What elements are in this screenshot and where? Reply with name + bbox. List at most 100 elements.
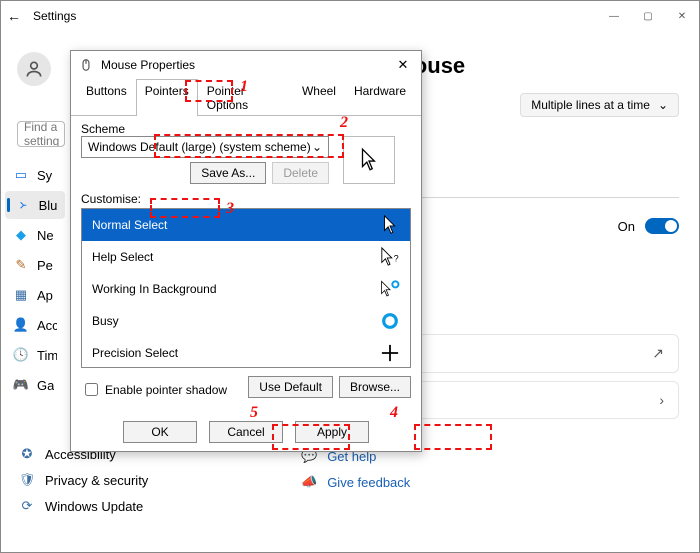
settings-sidebar-lower: ✪ Accessibility 🛡 Privacy & security ⟳ W… bbox=[17, 441, 177, 519]
display-icon: ▭ bbox=[13, 167, 29, 183]
mouse-icon bbox=[79, 58, 93, 72]
sidebar-item-label: Ap bbox=[37, 288, 53, 303]
save-as-button[interactable]: Save As... bbox=[190, 162, 266, 184]
chevron-down-icon: ⌄ bbox=[658, 98, 668, 112]
brush-icon: ✎ bbox=[13, 257, 29, 273]
list-item-label: Working In Background bbox=[92, 282, 217, 296]
pointer-list[interactable]: Normal Select Help Select ? Working In B… bbox=[81, 208, 411, 368]
chevron-down-icon: ⌄ bbox=[312, 140, 322, 154]
sidebar-item-gaming[interactable]: 🎮 Ga bbox=[5, 371, 65, 399]
shield-icon: 🛡 bbox=[19, 472, 35, 488]
search-placeholder: Find a setting bbox=[24, 121, 59, 147]
scheme-dropdown[interactable]: Windows Default (large) (system scheme) … bbox=[81, 136, 329, 158]
dialog-close-button[interactable]: ✕ bbox=[389, 53, 417, 77]
window-title: Settings bbox=[33, 9, 76, 23]
give-feedback-link[interactable]: 📣 Give feedback bbox=[301, 469, 679, 495]
checkbox-input[interactable] bbox=[85, 383, 98, 396]
pointers-pane: Scheme Windows Default (large) (system s… bbox=[71, 116, 421, 405]
person-icon bbox=[24, 59, 44, 79]
minimize-button[interactable]: ― bbox=[597, 1, 631, 31]
use-default-button[interactable]: Use Default bbox=[248, 376, 333, 398]
sidebar-item-windows-update[interactable]: ⟳ Windows Update bbox=[17, 493, 177, 519]
sidebar-item-label: Ne bbox=[37, 228, 54, 243]
sidebar-item-label: Tim bbox=[37, 348, 57, 363]
mouse-properties-dialog: Mouse Properties ✕ Buttons Pointers Poin… bbox=[70, 50, 422, 452]
tab-buttons[interactable]: Buttons bbox=[77, 79, 136, 116]
sidebar-item-label: Windows Update bbox=[45, 499, 143, 514]
tab-pointers[interactable]: Pointers bbox=[136, 79, 198, 116]
sidebar-item-label: Pe bbox=[37, 258, 53, 273]
back-button[interactable]: ← bbox=[7, 8, 21, 24]
tab-wheel[interactable]: Wheel bbox=[293, 79, 345, 116]
dialog-tabs: Buttons Pointers Pointer Options Wheel H… bbox=[71, 79, 421, 116]
sidebar-item-time[interactable]: 🕓 Tim bbox=[5, 341, 65, 369]
sidebar-item-label: Ga bbox=[37, 378, 54, 393]
list-item-label: Normal Select bbox=[92, 218, 167, 232]
list-item[interactable]: Busy bbox=[82, 305, 410, 337]
svg-text:?: ? bbox=[394, 254, 399, 264]
crosshair-icon bbox=[380, 343, 400, 363]
window-controls: ― ▢ ✕ bbox=[597, 1, 699, 31]
external-link-icon: ↗ bbox=[652, 345, 664, 362]
feedback-icon: 📣 bbox=[301, 474, 317, 490]
scheme-preview bbox=[343, 136, 395, 184]
dropdown-value: Windows Default (large) (system scheme) bbox=[88, 140, 311, 154]
browse-button[interactable]: Browse... bbox=[339, 376, 411, 398]
sidebar-item-apps[interactable]: ▦ Ap bbox=[5, 281, 65, 309]
cursor-icon bbox=[380, 215, 400, 235]
list-item-label: Busy bbox=[92, 314, 119, 328]
sidebar-item-label: Blu bbox=[39, 198, 57, 213]
cursor-icon bbox=[359, 147, 379, 173]
hover-toggle[interactable] bbox=[645, 218, 679, 234]
sidebar-item-label: Sy bbox=[37, 168, 52, 183]
close-button[interactable]: ✕ bbox=[665, 1, 699, 31]
checkbox-label: Enable pointer shadow bbox=[105, 383, 227, 397]
list-item[interactable]: Working In Background bbox=[82, 273, 410, 305]
sidebar-item-label: Acc bbox=[37, 318, 57, 333]
scroll-lines-dropdown[interactable]: Multiple lines at a time ⌄ bbox=[520, 93, 679, 117]
link-text: Give feedback bbox=[327, 475, 410, 490]
dropdown-value: Multiple lines at a time bbox=[531, 98, 650, 112]
wifi-icon: ◆ bbox=[13, 227, 29, 243]
bluetooth-icon: ᚛ bbox=[15, 197, 31, 213]
list-item-label: Help Select bbox=[92, 250, 153, 264]
dialog-title: Mouse Properties bbox=[101, 58, 195, 72]
gaming-icon: 🎮 bbox=[13, 377, 29, 393]
scheme-label: Scheme bbox=[81, 122, 411, 136]
tab-pointer-options[interactable]: Pointer Options bbox=[198, 79, 293, 116]
apps-icon: ▦ bbox=[13, 287, 29, 303]
clock-icon: 🕓 bbox=[13, 347, 29, 363]
sidebar-item-system[interactable]: ▭ Sy bbox=[5, 161, 65, 189]
sidebar-item-network[interactable]: ◆ Ne bbox=[5, 221, 65, 249]
tab-hardware[interactable]: Hardware bbox=[345, 79, 415, 116]
busy-spinner-icon bbox=[380, 311, 400, 331]
sidebar-item-bluetooth-devices[interactable]: ᚛ Blu bbox=[5, 191, 65, 219]
toggle-state: On bbox=[618, 219, 635, 234]
accounts-icon: 👤 bbox=[13, 317, 29, 333]
maximize-button[interactable]: ▢ bbox=[631, 1, 665, 31]
search-input[interactable]: Find a setting bbox=[17, 121, 65, 147]
dialog-titlebar: Mouse Properties bbox=[71, 51, 421, 79]
accessibility-icon: ✪ bbox=[19, 446, 35, 462]
cursor-busy-icon bbox=[380, 279, 400, 299]
settings-sidebar: ▭ Sy ᚛ Blu ◆ Ne ✎ Pe ▦ Ap 👤 Acc 🕓 Tim 🎮 bbox=[5, 161, 65, 401]
customise-label: Customise: bbox=[81, 192, 411, 206]
cancel-button[interactable]: Cancel bbox=[209, 421, 283, 443]
ok-button[interactable]: OK bbox=[123, 421, 197, 443]
list-item-label: Precision Select bbox=[92, 346, 178, 360]
sidebar-item-privacy[interactable]: 🛡 Privacy & security bbox=[17, 467, 177, 493]
user-avatar[interactable] bbox=[17, 52, 51, 86]
sidebar-item-personalization[interactable]: ✎ Pe bbox=[5, 251, 65, 279]
delete-button: Delete bbox=[272, 162, 329, 184]
chevron-right-icon: › bbox=[659, 392, 664, 408]
list-item[interactable]: Help Select ? bbox=[82, 241, 410, 273]
cursor-help-icon: ? bbox=[380, 247, 400, 267]
enable-shadow-checkbox[interactable]: Enable pointer shadow bbox=[81, 380, 227, 399]
dialog-action-row: OK Cancel Apply bbox=[71, 421, 421, 443]
list-item[interactable]: Precision Select bbox=[82, 337, 410, 368]
apply-button[interactable]: Apply bbox=[295, 421, 369, 443]
update-icon: ⟳ bbox=[19, 498, 35, 514]
sidebar-item-accounts[interactable]: 👤 Acc bbox=[5, 311, 65, 339]
sidebar-item-label: Privacy & security bbox=[45, 473, 148, 488]
list-item[interactable]: Normal Select bbox=[82, 209, 410, 241]
